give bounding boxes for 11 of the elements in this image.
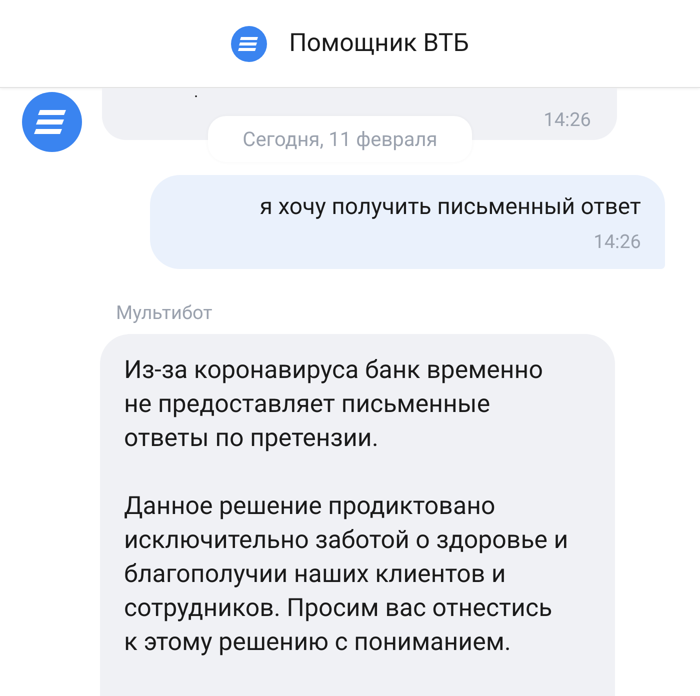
date-separator: Сегодня, 11 февраля [208,116,472,162]
sender-name: Мультибот [116,301,214,324]
message-text: . [194,82,198,101]
message-text: Данное решение продиктовано исключительно заботой о здоровье и благополучии наших клиентов и сотрудников. Просим вас отнестись к этому решению с пониманием. [124,491,569,659]
message-time: 14:26 [594,230,641,253]
logo-icon [230,26,267,62]
message-time: 14:26 [544,108,591,131]
bot-avatar-icon [22,92,82,152]
chat-title: Помощник ВТБ [288,29,470,58]
message-text: Из-за коронавируса банк временно не предоставляет письменные ответы по претензии. [124,355,544,455]
message-text: я хочу получить письменный ответ [260,193,641,220]
